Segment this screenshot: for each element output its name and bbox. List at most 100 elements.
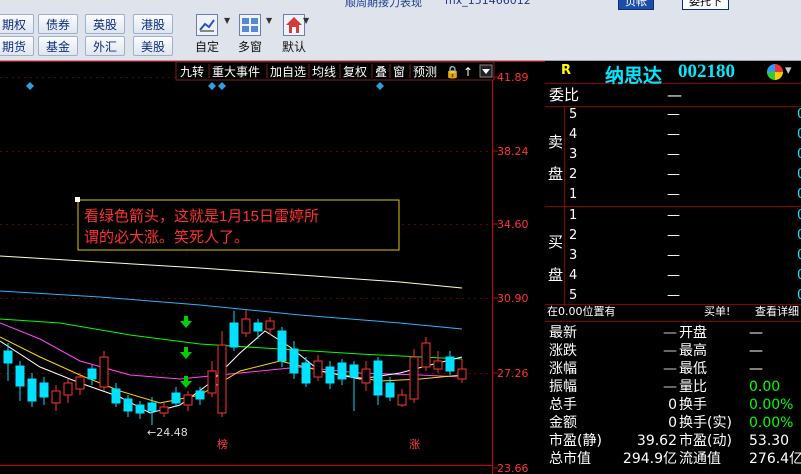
info-value: — xyxy=(663,361,677,377)
candle-body[interactable] xyxy=(135,404,145,414)
candle-body[interactable] xyxy=(301,362,311,384)
event-diamond-icon[interactable] xyxy=(376,82,384,90)
candle-body[interactable] xyxy=(229,322,239,348)
tab-bonds[interactable]: 债券 xyxy=(38,14,78,34)
candle-body[interactable] xyxy=(265,320,275,330)
chart-menu-item[interactable]: 预测 xyxy=(413,65,437,79)
sell-level-row[interactable]: 5 — 0 xyxy=(545,106,801,124)
candle-body[interactable] xyxy=(123,398,133,412)
candle-body[interactable] xyxy=(277,330,287,362)
news-ticker-link[interactable]: 顺周期接力表现 xyxy=(345,0,422,10)
tab-forex[interactable]: 外汇 xyxy=(85,36,125,56)
up-arrow-icon[interactable]: ↑ xyxy=(463,65,473,79)
chevron-down-icon[interactable]: ▾ xyxy=(785,63,792,78)
candle-body[interactable] xyxy=(385,382,395,398)
candle-body[interactable] xyxy=(3,350,13,364)
tab-options[interactable]: 期权 xyxy=(0,14,34,34)
chart-menu-item[interactable]: 均线 xyxy=(312,65,336,79)
status-left: 在0.00位置有 xyxy=(547,305,616,318)
info-value: 0.00% xyxy=(749,397,794,413)
chart-menu-item[interactable]: 加自选 xyxy=(270,65,306,79)
info-label: 总手 xyxy=(549,397,577,413)
level-price: — xyxy=(667,127,680,142)
candle-body[interactable] xyxy=(361,368,371,384)
candle-body[interactable] xyxy=(289,348,299,374)
price-axis-label: 34.60 xyxy=(497,218,529,231)
chart-menu-item[interactable]: 九转 xyxy=(180,64,204,79)
chevron-down-icon[interactable]: ▼ xyxy=(266,16,274,36)
candle-body[interactable] xyxy=(373,360,383,396)
event-diamond-icon[interactable] xyxy=(208,82,216,90)
tab-futures[interactable]: 期货 xyxy=(0,36,34,56)
candle-body[interactable] xyxy=(171,392,181,404)
chevron-down-icon[interactable]: ▼ xyxy=(224,16,232,36)
candle-body[interactable] xyxy=(433,360,443,370)
moving-average-line xyxy=(0,255,463,289)
price-axis-label: 41.89 xyxy=(497,71,529,84)
view-detail-link[interactable]: 查看详细 xyxy=(755,304,799,320)
buy-level-row[interactable]: 4 — 0 xyxy=(545,267,801,285)
buy-level-row[interactable]: 3 — 0 xyxy=(545,247,801,265)
candle-body[interactable] xyxy=(421,342,431,368)
candle-body[interactable] xyxy=(147,402,157,412)
price-axis-label: 27.26 xyxy=(497,367,529,380)
limit-up-marker[interactable]: 涨 xyxy=(409,438,420,451)
tab-us-stocks[interactable]: 美股 xyxy=(133,36,173,56)
candle-body[interactable] xyxy=(445,356,455,372)
color-wheel-icon[interactable] xyxy=(767,64,783,80)
candle-body[interactable] xyxy=(349,364,359,378)
sell-level-row[interactable]: 4 — 0 xyxy=(545,126,801,144)
event-diamond-icon[interactable] xyxy=(218,82,226,90)
chevron-down-icon[interactable]: ▼ xyxy=(303,16,311,36)
rank-marker[interactable]: 榜 xyxy=(217,437,228,451)
kline-chart[interactable]: 九转 重大事件 加自选 均线 复权叠窗预测 🔒 ↑ 41.89 38.24 34.60 30.90… xyxy=(0,61,545,474)
custom-layout-button[interactable]: 自定 xyxy=(189,12,225,58)
tab-hk-stocks[interactable]: 港股 xyxy=(133,14,173,34)
event-diamond-icon[interactable] xyxy=(26,82,34,90)
candle-body[interactable] xyxy=(195,390,205,400)
candle-body[interactable] xyxy=(337,362,347,380)
multi-window-button[interactable]: 多窗 xyxy=(232,12,268,58)
candle-body[interactable] xyxy=(75,376,85,390)
chart-menu-item[interactable]: 窗 xyxy=(393,65,405,79)
candle-body[interactable] xyxy=(325,366,335,384)
sell-level-row[interactable]: 2 — 0 xyxy=(545,166,801,184)
candle-body[interactable] xyxy=(253,322,263,332)
candle-body[interactable] xyxy=(183,394,193,406)
candle-body[interactable] xyxy=(27,378,37,402)
candle-body[interactable] xyxy=(397,394,407,406)
candle-body[interactable] xyxy=(159,406,169,414)
candle-body[interactable] xyxy=(99,356,109,388)
buy-level-row[interactable]: 1 — 0 xyxy=(545,207,801,225)
candle-body[interactable] xyxy=(87,368,97,380)
candle-body[interactable] xyxy=(51,390,61,404)
price-axis: 41.89 38.24 34.60 30.90 27.26 23.66 xyxy=(492,71,529,474)
candle-body[interactable] xyxy=(111,388,121,404)
lock-icon[interactable]: 🔒 xyxy=(445,65,460,79)
chart-menu-item[interactable]: 重大事件 xyxy=(212,65,260,79)
candle-body[interactable] xyxy=(63,382,73,396)
tab-uk-stocks[interactable]: 英股 xyxy=(85,14,125,34)
chart-menu-item[interactable]: 复权 xyxy=(343,65,367,79)
candle-body[interactable] xyxy=(39,382,49,398)
sell-level-row[interactable]: 3 — 0 xyxy=(545,146,801,164)
candle-body[interactable] xyxy=(217,344,227,414)
level-number: 5 xyxy=(569,288,578,303)
order-dropdown-button[interactable]: 委托下 xyxy=(682,0,729,10)
page-account-button[interactable]: 页帐 xyxy=(618,0,654,10)
candle-body[interactable] xyxy=(15,365,25,387)
candle-body[interactable] xyxy=(457,368,467,380)
green-arrow-icon xyxy=(180,316,192,328)
candle-body[interactable] xyxy=(409,356,419,400)
candle-body[interactable] xyxy=(207,370,217,394)
annotation-handle[interactable] xyxy=(75,197,80,202)
buy-level-row[interactable]: 5 — 0 xyxy=(545,287,801,305)
tab-funds[interactable]: 基金 xyxy=(38,36,78,56)
candle-body[interactable] xyxy=(241,318,251,334)
buy-level-row[interactable]: 2 — 0 xyxy=(545,227,801,245)
chart-menu-item[interactable]: 叠 xyxy=(375,65,387,79)
candle-body[interactable] xyxy=(313,360,323,378)
sell-level-row[interactable]: 1 — 0 xyxy=(545,186,801,204)
level-number: 3 xyxy=(569,248,578,263)
info-value: 294.9亿 xyxy=(622,451,677,467)
